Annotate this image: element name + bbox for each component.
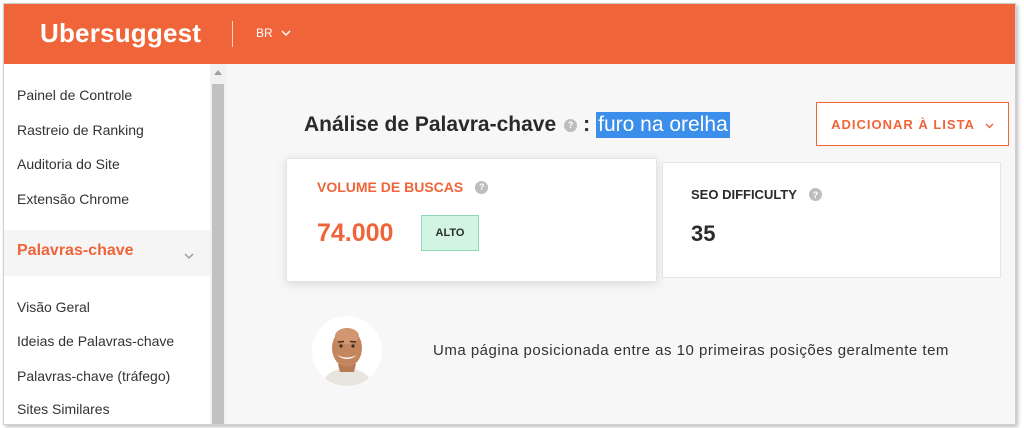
sidebar-item-ideias[interactable]: Ideias de Palavras-chave (17, 333, 174, 349)
ubersuggest-logo[interactable]: Ubersuggest (40, 18, 201, 49)
search-volume-card: VOLUME DE BUSCAS ? 74.000 ALTO (286, 158, 657, 282)
sidebar-item-visao-geral[interactable]: Visão Geral (17, 299, 90, 315)
seo-difficulty-label: SEO DIFFICULTY ? (691, 187, 822, 202)
chevron-down-icon (985, 117, 994, 132)
app-window: Ubersuggest BR Painel de Controle Rastre… (0, 0, 1024, 428)
seo-difficulty-label-text: SEO DIFFICULTY (691, 187, 797, 202)
tip-text: Uma página posicionada entre as 10 prime… (433, 342, 949, 359)
help-icon[interactable]: ? (564, 118, 578, 132)
page-title: Análise de Palavra-chave ? : furo na ore… (304, 112, 730, 138)
header-divider (232, 21, 233, 47)
seo-difficulty-value: 35 (691, 221, 716, 246)
sidebar-item-trafego[interactable]: Palavras-chave (tráfego) (17, 368, 170, 384)
search-volume-value: 74.000 (317, 219, 394, 247)
chevron-down-icon (281, 30, 291, 36)
chevron-down-icon (184, 246, 194, 264)
title-colon: : (583, 113, 591, 136)
avatar (312, 316, 382, 386)
page-title-text: Análise de Palavra-chave (304, 113, 557, 136)
search-volume-label: VOLUME DE BUSCAS ? (317, 179, 489, 195)
country-label: BR (256, 26, 273, 40)
sidebar-item-sites-similares[interactable]: Sites Similares (17, 401, 110, 417)
scroll-up-arrow-icon[interactable] (214, 70, 222, 75)
sidebar: Painel de Controle Rastreio de Ranking A… (4, 64, 210, 424)
add-to-list-label: ADICIONAR À LISTA (831, 116, 975, 132)
sidebar-item-auditoria[interactable]: Auditoria do Site (17, 156, 120, 172)
add-to-list-button[interactable]: ADICIONAR À LISTA (816, 102, 1009, 146)
scroll-thumb[interactable] (212, 84, 224, 424)
keyword-highlight[interactable]: furo na orelha (596, 112, 730, 138)
sidebar-section-palavras-chave[interactable]: Palavras-chave (4, 230, 210, 276)
sidebar-section-label: Palavras-chave (17, 242, 134, 259)
volume-level-badge: ALTO (421, 215, 479, 251)
help-icon[interactable]: ? (475, 180, 489, 194)
sidebar-item-painel[interactable]: Painel de Controle (17, 87, 132, 103)
seo-difficulty-card: SEO DIFFICULTY ? 35 (662, 162, 1001, 278)
sidebar-scrollbar[interactable] (210, 64, 226, 424)
help-icon[interactable]: ? (808, 188, 822, 201)
country-selector[interactable]: BR (256, 26, 291, 40)
search-volume-label-text: VOLUME DE BUSCAS (317, 179, 464, 195)
top-header: Ubersuggest BR (4, 4, 1016, 64)
main-content: Análise de Palavra-chave ? : furo na ore… (226, 64, 1016, 424)
sidebar-item-rastreio[interactable]: Rastreio de Ranking (17, 122, 144, 138)
sidebar-item-extensao[interactable]: Extensão Chrome (17, 191, 129, 207)
